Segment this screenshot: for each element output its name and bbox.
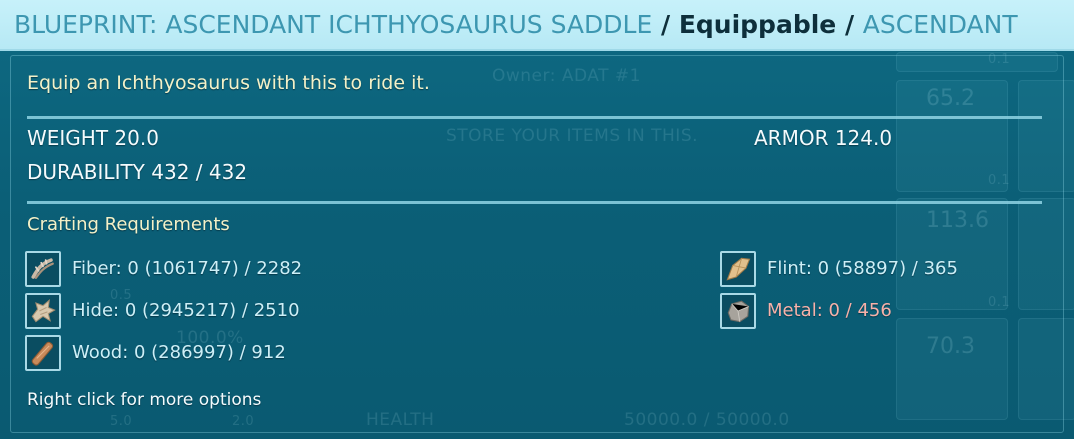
armor-stat: ARMOR 124.0 [754, 126, 893, 150]
divider [27, 116, 1042, 119]
title-separator: / [836, 10, 863, 39]
divider [27, 201, 1042, 204]
fiber-requirement: Fiber: 0 (1061747) / 2282 [72, 258, 303, 279]
wood-requirement: Wood: 0 (286997) / 912 [72, 342, 286, 363]
item-tooltip-window: Owner: ADAT #1 STORE YOUR ITEMS IN THIS.… [0, 0, 1074, 439]
metal-icon [720, 293, 756, 329]
right-click-hint: Right click for more options [27, 390, 262, 410]
item-type: Equippable [678, 10, 837, 39]
crafting-heading: Crafting Requirements [27, 214, 230, 235]
weight-stat: WEIGHT 20.0 [27, 126, 159, 150]
flint-icon [720, 251, 756, 287]
item-description: Equip an Ichthyosaurus with this to ride… [27, 72, 430, 94]
metal-requirement: Metal: 0 / 456 [767, 300, 892, 321]
flint-requirement: Flint: 0 (58897) / 365 [767, 258, 958, 279]
hide-requirement: Hide: 0 (2945217) / 2510 [72, 300, 300, 321]
tooltip-panel [10, 55, 1064, 433]
item-quality: ASCENDANT [862, 10, 1018, 39]
item-name: BLUEPRINT: ASCENDANT ICHTHYOSAURUS SADDL… [14, 10, 653, 39]
tooltip-title-bar: BLUEPRINT: ASCENDANT ICHTHYOSAURUS SADDL… [0, 0, 1074, 51]
fiber-icon [25, 251, 61, 287]
hide-icon [25, 293, 61, 329]
title-separator: / [652, 10, 679, 39]
wood-icon [25, 335, 61, 371]
durability-stat: DURABILITY 432 / 432 [27, 160, 248, 184]
